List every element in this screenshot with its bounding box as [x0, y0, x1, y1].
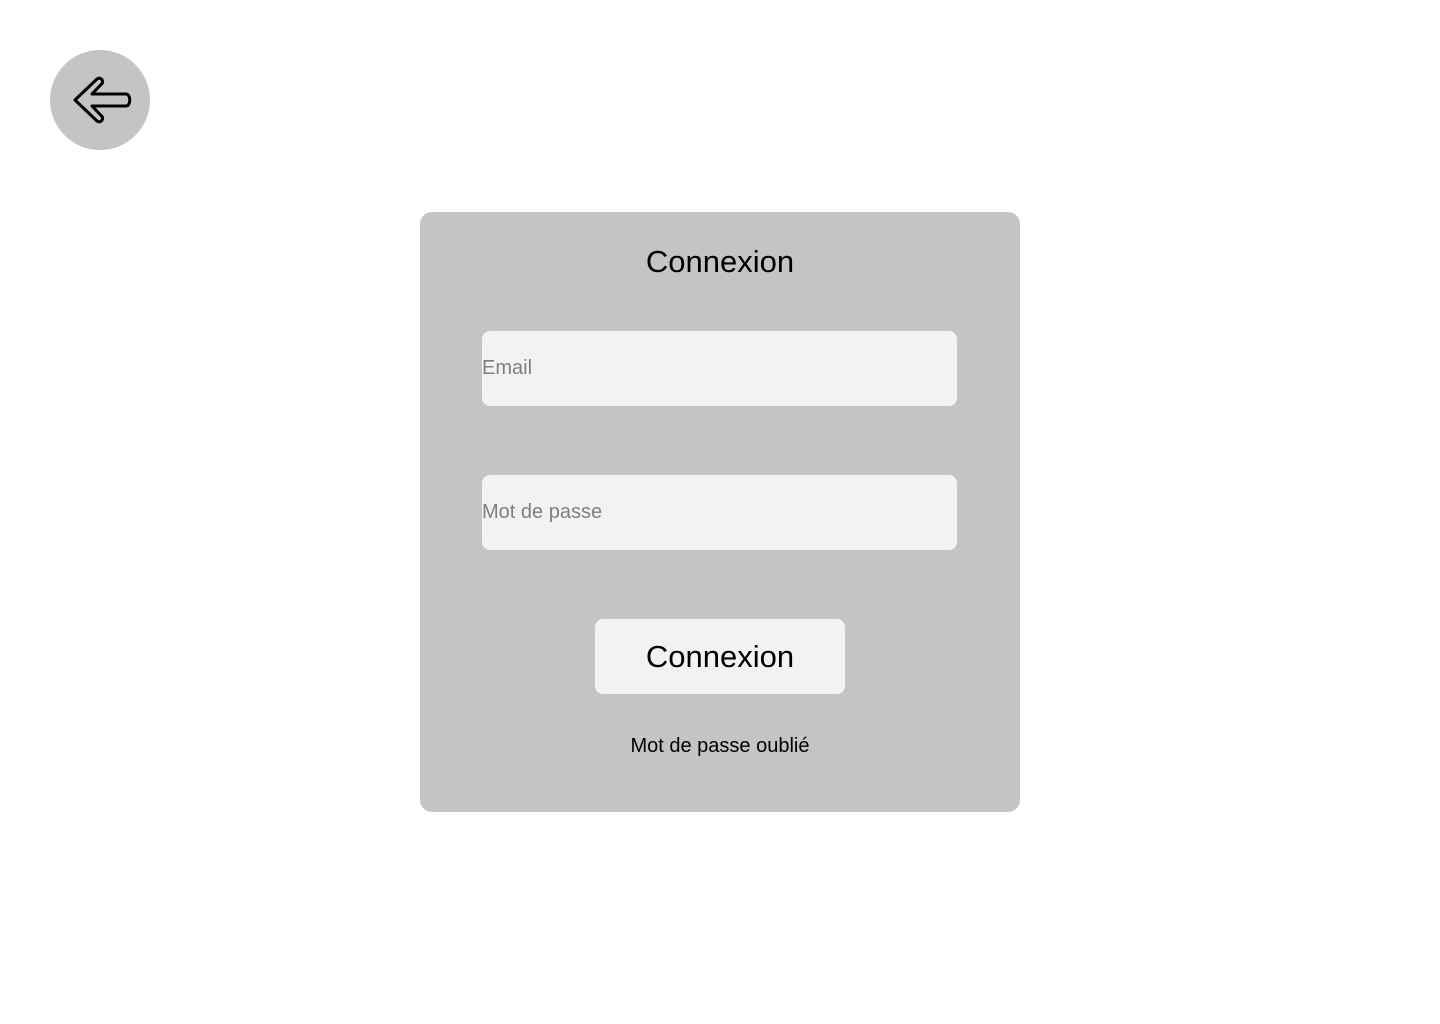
login-title: Connexion	[645, 244, 795, 279]
forgot-password-link[interactable]: Mot de passe oublié	[630, 735, 809, 757]
back-button[interactable]	[50, 50, 150, 150]
login-page: Connexion Connexion Mot de passe oublié	[0, 0, 1440, 1024]
password-input[interactable]	[482, 475, 957, 550]
login-submit-button[interactable]: Connexion	[595, 619, 845, 694]
arrow-left-icon	[73, 76, 132, 124]
forgot-password-row: Mot de passe oublié	[0, 733, 1440, 759]
email-input[interactable]	[482, 331, 957, 406]
